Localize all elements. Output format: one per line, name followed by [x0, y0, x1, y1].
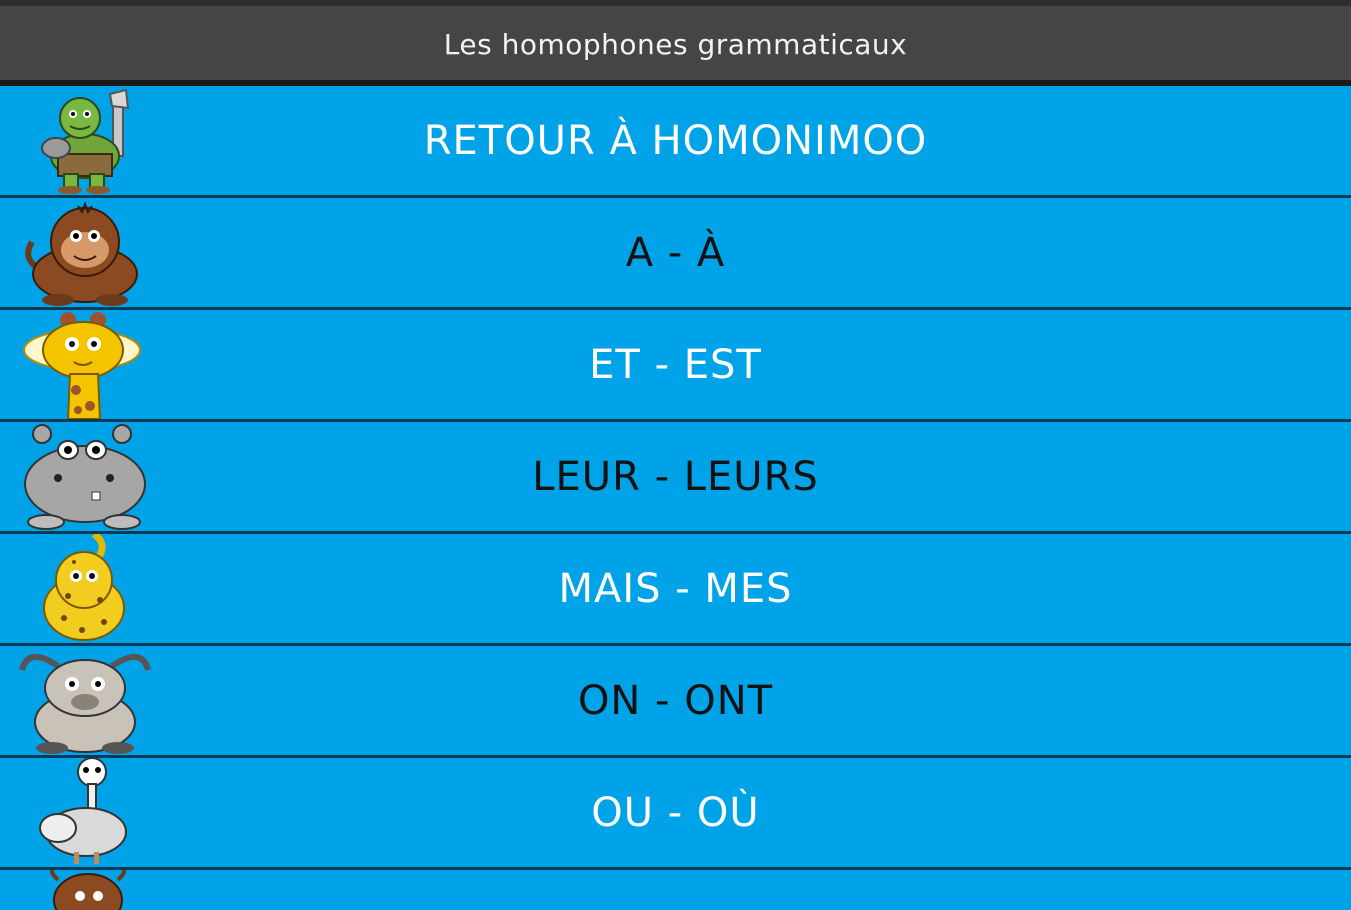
ogre-icon	[41, 88, 130, 194]
homophone-next-button[interactable]	[0, 870, 1351, 910]
hippo-icon	[24, 424, 146, 530]
row-label: OU - OÙ	[591, 789, 760, 836]
row-label: MAIS - MES	[558, 565, 793, 612]
giraffe-icon	[23, 312, 141, 419]
cow-icon	[49, 870, 127, 910]
ostrich-icon	[39, 758, 127, 864]
homophone-leur-button[interactable]: LEUR - LEURS	[0, 422, 1351, 534]
goat-icon	[19, 654, 151, 754]
page-title: Les homophones grammaticaux	[443, 27, 908, 61]
leopard-icon	[43, 534, 125, 641]
row-label: LEUR - LEURS	[532, 453, 819, 500]
homophone-on-button[interactable]: ON - ONT	[0, 646, 1351, 758]
homophone-et-button[interactable]: ET - EST	[0, 310, 1351, 422]
monkey-icon	[25, 201, 138, 306]
row-label: RETOUR À HOMONIMOO	[423, 117, 928, 164]
homophone-mais-button[interactable]: MAIS - MES	[0, 534, 1351, 646]
row-label: ON - ONT	[577, 677, 774, 724]
app-title-bar: Les homophones grammaticaux	[0, 6, 1351, 82]
homophone-a-button[interactable]: A - À	[0, 198, 1351, 310]
row-label: A - À	[625, 229, 726, 276]
row-label: ET - EST	[589, 341, 762, 388]
homophone-list: RETOUR À HOMONIMOO A - À ET - EST LEUR -…	[0, 86, 1351, 910]
homophone-ou-button[interactable]: OU - OÙ	[0, 758, 1351, 870]
back-to-homonimoo-button[interactable]: RETOUR À HOMONIMOO	[0, 86, 1351, 198]
